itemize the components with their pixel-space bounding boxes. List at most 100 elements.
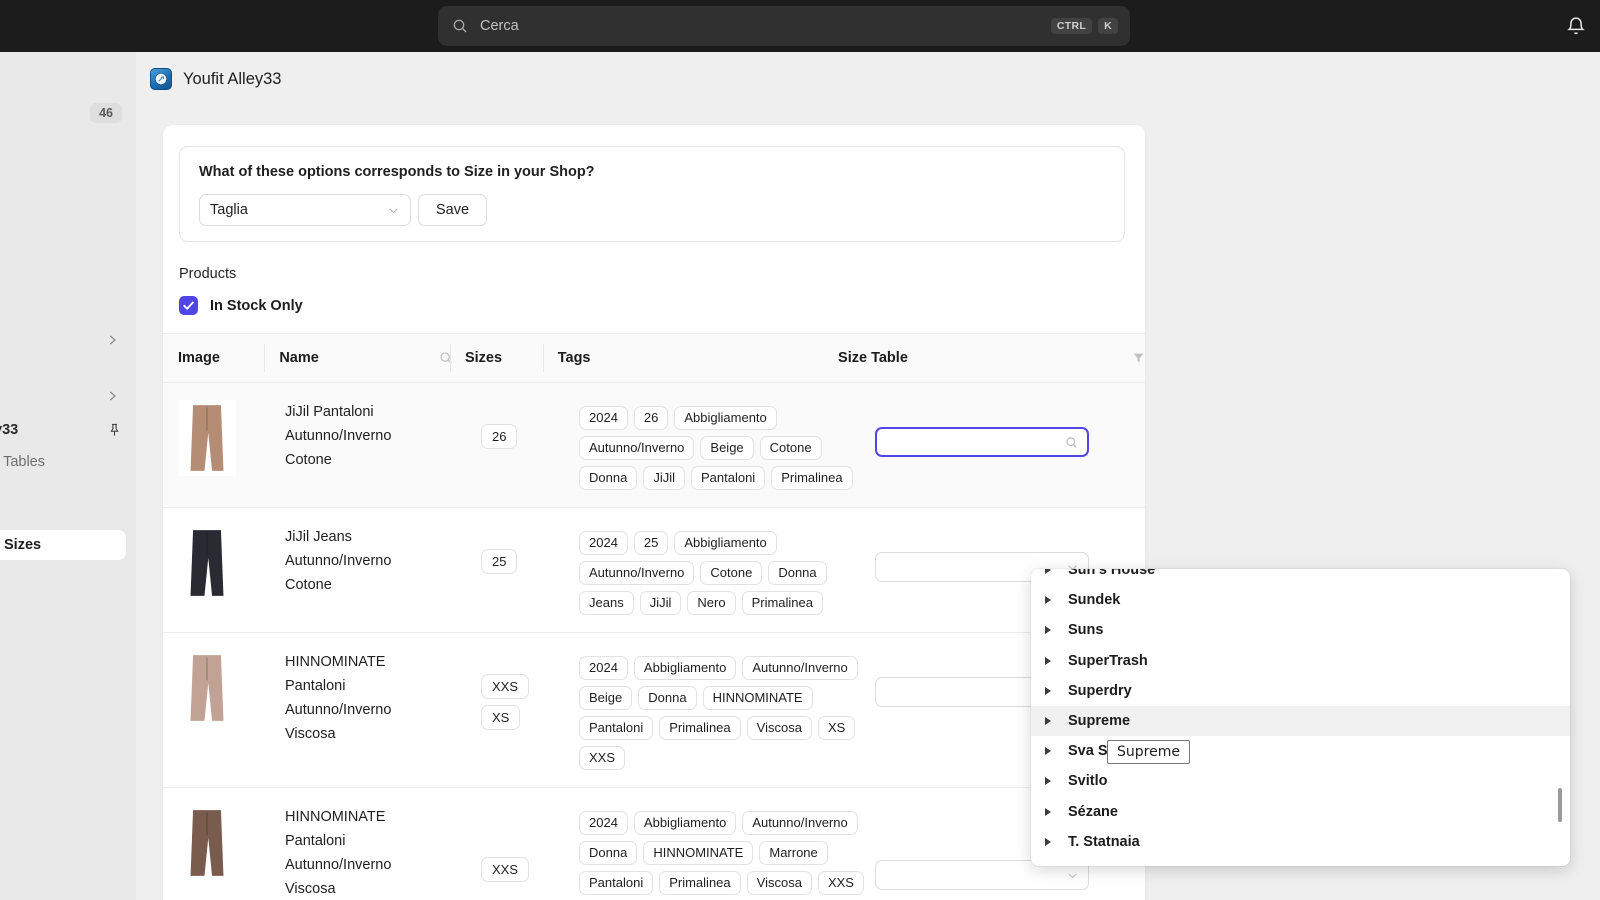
chevron-down-icon xyxy=(1066,869,1079,882)
dropdown-item[interactable]: Sun's House xyxy=(1031,569,1570,585)
in-stock-only-row: In Stock Only xyxy=(179,296,303,315)
products-section-label: Products xyxy=(179,266,236,282)
caret-right-icon[interactable] xyxy=(1045,777,1052,785)
caret-right-icon[interactable] xyxy=(1045,626,1052,634)
tag-chip[interactable]: Viscosa xyxy=(747,871,812,895)
tag-chip[interactable]: 2024 xyxy=(579,811,628,835)
page-title: Youfit Alley33 xyxy=(183,70,281,89)
tag-chip[interactable]: XS xyxy=(818,716,855,740)
sidebar-item-sizes-label: Sizes xyxy=(4,537,41,553)
tag-chip[interactable]: Abbigliamento xyxy=(674,531,776,555)
dropdown-item[interactable]: T. Statnaia xyxy=(1031,827,1570,857)
save-button[interactable]: Save xyxy=(418,194,487,226)
size-table-select[interactable] xyxy=(875,427,1089,457)
shortcut-hint: CTRL K xyxy=(1051,18,1118,35)
tag-chip[interactable]: Abbigliamento xyxy=(634,656,736,680)
dropdown-item[interactable]: Sundek xyxy=(1031,585,1570,615)
tag-chip[interactable]: Donna xyxy=(768,561,826,585)
tag-chip[interactable]: JiJil xyxy=(643,466,685,490)
tag-chip[interactable]: Primalinea xyxy=(659,716,740,740)
tag-chip[interactable]: 26 xyxy=(634,406,668,430)
tag-chip[interactable]: Donna xyxy=(579,466,637,490)
tag-chip[interactable]: Cotone xyxy=(760,436,822,460)
caret-right-icon[interactable] xyxy=(1045,808,1052,816)
caret-right-icon[interactable] xyxy=(1045,596,1052,604)
size-option-select[interactable]: Taglia xyxy=(199,194,411,226)
tag-chip[interactable]: Primalinea xyxy=(659,871,740,895)
tag-chip[interactable]: HINNOMINATE xyxy=(703,686,813,710)
dropdown-item[interactable]: Supreme xyxy=(1031,706,1570,736)
tag-chip[interactable]: Autunno/Inverno xyxy=(742,656,857,680)
size-option-selected-value: Taglia xyxy=(210,202,387,218)
pin-icon[interactable] xyxy=(107,422,122,438)
caret-right-icon[interactable] xyxy=(1045,838,1052,846)
dropdown-item[interactable]: Superdry xyxy=(1031,676,1570,706)
product-image-cell xyxy=(178,400,285,490)
tag-chip[interactable]: Nero xyxy=(687,591,735,615)
caret-right-icon[interactable] xyxy=(1045,717,1052,725)
sidebar-item-shop[interactable]: y33 xyxy=(0,422,136,438)
product-name-cell: JiJil JeansAutunno/InvernoCotone xyxy=(285,525,481,615)
tag-chip[interactable]: Abbigliamento xyxy=(634,811,736,835)
tag-chip[interactable]: Marrone xyxy=(759,841,827,865)
tag-chip[interactable]: XXS xyxy=(818,871,864,895)
table-row[interactable]: HINNOMINATE Pantaloni Autunno/Inverno Visco… xyxy=(163,788,1145,900)
dropdown-item[interactable]: Svitlo xyxy=(1031,766,1570,796)
table-row[interactable]: HINNOMINATE Pantaloni Autunno/Inverno Visco… xyxy=(163,633,1145,788)
trousers-icon xyxy=(178,400,236,476)
tag-chip[interactable]: Beige xyxy=(579,686,632,710)
tag-chip[interactable]: Autunno/Inverno xyxy=(579,436,694,460)
product-sizes-cell: XXS xyxy=(481,805,579,900)
tag-chip[interactable]: 2024 xyxy=(579,656,628,680)
table-row[interactable]: JiJil JeansAutunno/InvernoCotone25202425… xyxy=(163,508,1145,633)
tag-chip[interactable]: Pantaloni xyxy=(579,716,653,740)
tag-chip[interactable]: 2024 xyxy=(579,406,628,430)
tag-chip[interactable]: Primalinea xyxy=(742,591,823,615)
bell-icon[interactable] xyxy=(1566,15,1586,37)
caret-right-icon[interactable] xyxy=(1045,657,1052,665)
sidebar-shop-label: y33 xyxy=(0,422,18,438)
filter-icon[interactable] xyxy=(1132,351,1145,365)
tag-chip[interactable]: JiJil xyxy=(640,591,682,615)
sidebar-item-sizes[interactable]: Sizes xyxy=(0,530,126,560)
caret-right-icon[interactable] xyxy=(1045,569,1052,574)
tag-chip[interactable]: Viscosa xyxy=(747,716,812,740)
global-search-bar[interactable]: Cerca CTRL K xyxy=(438,6,1130,46)
size-table-cell xyxy=(875,400,1107,490)
tag-chip[interactable]: Primalinea xyxy=(771,466,852,490)
tag-chip[interactable]: Donna xyxy=(579,841,637,865)
dropdown-item[interactable]: Sézane xyxy=(1031,797,1570,827)
tag-chip[interactable]: Jeans xyxy=(579,591,634,615)
table-body: JiJil PantaloniAutunno/InvernoCotone2620… xyxy=(163,383,1145,900)
tag-chip[interactable]: 2024 xyxy=(579,531,628,555)
content-card: What of these options corresponds to Siz… xyxy=(163,125,1145,900)
search-icon[interactable] xyxy=(439,351,453,365)
tag-chip[interactable]: Pantaloni xyxy=(579,871,653,895)
tag-chip[interactable]: Beige xyxy=(700,436,753,460)
dropdown-item[interactable]: SuperTrash xyxy=(1031,646,1570,676)
column-header-size-table-label: Size Table xyxy=(838,350,908,366)
column-header-size-table[interactable]: Size Table xyxy=(838,346,1058,370)
column-header-tags[interactable]: Tags xyxy=(558,346,838,370)
table-row[interactable]: JiJil Pantaloni Autunno/Inverno Cotone 2620… xyxy=(163,383,1145,508)
tag-chip[interactable]: Pantaloni xyxy=(691,466,765,490)
in-stock-only-checkbox[interactable] xyxy=(179,296,198,315)
column-header-sizes[interactable]: Sizes xyxy=(465,346,558,370)
tag-chip[interactable]: Cotone xyxy=(700,561,762,585)
caret-right-icon[interactable] xyxy=(1045,687,1052,695)
tag-chip[interactable]: Donna xyxy=(638,686,696,710)
chevron-right-icon[interactable] xyxy=(105,333,119,347)
caret-right-icon[interactable] xyxy=(1045,747,1052,755)
chevron-right-icon[interactable] xyxy=(105,389,119,403)
tag-chip[interactable]: 25 xyxy=(634,531,668,555)
dropdown-item[interactable]: Suns xyxy=(1031,615,1570,645)
sidebar-item-size-tables[interactable]: ze Tables xyxy=(0,454,45,470)
tag-chip[interactable]: Autunno/Inverno xyxy=(579,561,694,585)
dropdown-scrollbar-thumb[interactable] xyxy=(1558,788,1562,822)
tag-chip[interactable]: HINNOMINATE xyxy=(643,841,753,865)
tag-chip[interactable]: Abbigliamento xyxy=(674,406,776,430)
tag-chip[interactable]: XXS xyxy=(579,746,625,770)
size-table-dropdown[interactable]: Sun's HouseSundekSunsSuperTrashSuperdryS… xyxy=(1031,569,1570,866)
tag-chip[interactable]: Autunno/Inverno xyxy=(742,811,857,835)
column-header-name[interactable]: Name xyxy=(279,346,465,370)
